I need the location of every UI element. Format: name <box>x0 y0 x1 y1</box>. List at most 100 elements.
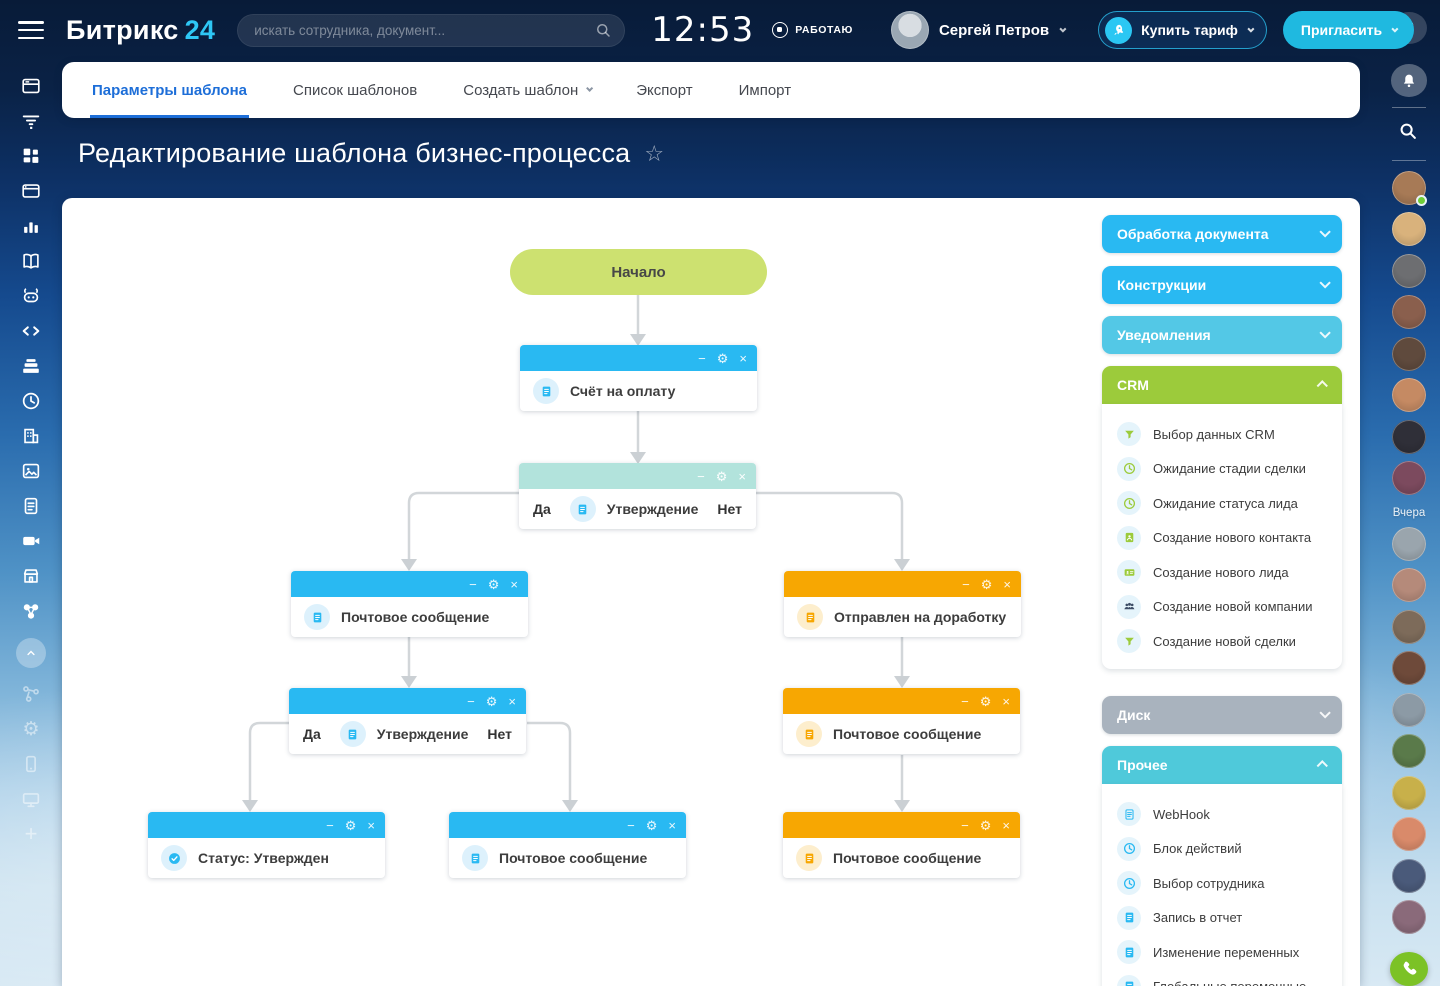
chat-avatar[interactable] <box>1392 378 1426 412</box>
flow-node-start[interactable]: Начало <box>510 249 767 295</box>
minimize-icon[interactable]: − <box>627 819 635 832</box>
toolbox-item-new-deal[interactable]: Создание новой сделки <box>1102 624 1342 659</box>
flow-node-mail-right-1[interactable]: −⚙× Почтовое сообщение <box>783 688 1020 754</box>
close-icon[interactable]: × <box>1002 695 1010 708</box>
search-input[interactable] <box>254 23 594 38</box>
chat-avatar[interactable] <box>1392 693 1426 727</box>
live-feed-icon[interactable] <box>19 74 43 98</box>
toolbox-item-webhook[interactable]: WebHook <box>1102 797 1342 832</box>
chat-avatar[interactable] <box>1392 337 1426 371</box>
minimize-icon[interactable]: − <box>697 470 705 483</box>
chat-avatar[interactable] <box>1392 527 1426 561</box>
minimize-icon[interactable]: − <box>469 578 477 591</box>
close-icon[interactable]: × <box>738 470 746 483</box>
branch-yes-label[interactable]: Да <box>303 726 321 742</box>
sales-register-icon[interactable] <box>19 354 43 378</box>
minimize-icon[interactable]: − <box>326 819 334 832</box>
sites-window-icon[interactable] <box>19 179 43 203</box>
minimize-icon[interactable]: − <box>467 695 475 708</box>
flow-node-mail-right-2[interactable]: −⚙× Почтовое сообщение <box>783 812 1020 878</box>
settings-icon[interactable]: ⚙ <box>486 695 498 708</box>
toolbox-item-employee-select[interactable]: Выбор сотрудника <box>1102 866 1342 901</box>
toolbox-item-new-company[interactable]: Создание новой компании <box>1102 590 1342 625</box>
automation-robot-icon[interactable] <box>19 284 43 308</box>
settings-icon[interactable]: ⚙ <box>980 819 992 832</box>
chat-avatar[interactable] <box>1392 610 1426 644</box>
crm-chart-icon[interactable] <box>19 214 43 238</box>
toolbox-item-wait-lead-status[interactable]: Ожидание статуса лида <box>1102 486 1342 521</box>
video-call-icon[interactable] <box>19 529 43 553</box>
user-avatar[interactable] <box>891 11 929 49</box>
minimize-icon[interactable]: − <box>961 695 969 708</box>
settings-icon[interactable]: ⚙ <box>345 819 357 832</box>
settings-icon[interactable]: ⚙ <box>646 819 658 832</box>
section-constructions[interactable]: Конструкции <box>1102 266 1342 304</box>
chat-avatar[interactable] <box>1392 568 1426 602</box>
work-status[interactable]: РАБОТАЮ <box>772 22 853 38</box>
call-button[interactable] <box>1390 952 1428 986</box>
apps-grid-icon[interactable] <box>19 144 43 168</box>
toolbox-item-global-variables[interactable]: Глобальные переменные <box>1102 970 1342 986</box>
toolbox-item-new-lead[interactable]: Создание нового лида <box>1102 555 1342 590</box>
minimize-icon[interactable]: − <box>962 578 970 591</box>
gallery-image-icon[interactable] <box>19 459 43 483</box>
section-notifications[interactable]: Уведомления <box>1102 316 1342 354</box>
flow-node-mail-left[interactable]: −⚙× Почтовое сообщение <box>291 571 528 637</box>
settings-icon[interactable]: ⚙ <box>717 352 729 365</box>
close-icon[interactable]: × <box>367 819 375 832</box>
favorite-star-icon[interactable]: ☆ <box>644 141 664 167</box>
company-building-icon[interactable] <box>19 424 43 448</box>
desktop-app-icon[interactable] <box>19 787 43 811</box>
flow-node-approval-2[interactable]: −⚙× Да Утверждение Нет <box>289 688 526 754</box>
flow-node-mail-mid[interactable]: −⚙× Почтовое сообщение <box>449 812 686 878</box>
user-profile[interactable]: Сергей Петров <box>891 11 1064 49</box>
developer-code-icon[interactable] <box>19 319 43 343</box>
bp-designer-canvas[interactable]: Начало −⚙× Счёт на оплату −⚙× Да Утвержд… <box>62 198 1360 986</box>
chat-avatar[interactable] <box>1392 651 1426 685</box>
flow-node-invoice[interactable]: −⚙× Счёт на оплату <box>520 345 757 411</box>
chat-avatar[interactable] <box>1392 734 1426 768</box>
branch-no-label[interactable]: Нет <box>487 726 512 742</box>
close-icon[interactable]: × <box>510 578 518 591</box>
settings-icon[interactable]: ⚙ <box>716 470 728 483</box>
close-icon[interactable]: × <box>508 695 516 708</box>
tab-template-list[interactable]: Список шаблонов <box>291 62 419 118</box>
integrations-nodes-icon[interactable] <box>19 682 43 706</box>
invite-button[interactable]: Пригласить <box>1283 11 1414 49</box>
market-store-icon[interactable] <box>19 564 43 588</box>
close-icon[interactable]: × <box>668 819 676 832</box>
chat-avatar[interactable] <box>1392 212 1426 246</box>
branch-yes-label[interactable]: Да <box>533 501 551 517</box>
chat-avatar[interactable] <box>1392 295 1426 329</box>
mobile-app-icon[interactable] <box>19 752 43 776</box>
app-logo[interactable]: Битрикс24 <box>66 15 215 46</box>
close-icon[interactable]: × <box>1002 819 1010 832</box>
tab-export[interactable]: Экспорт <box>634 62 694 118</box>
close-icon[interactable]: × <box>1003 578 1011 591</box>
notifications-button[interactable] <box>1391 64 1427 96</box>
section-misc[interactable]: Прочее <box>1102 746 1342 784</box>
toolbox-item-action-block[interactable]: Блок действий <box>1102 832 1342 867</box>
add-item-icon[interactable]: + <box>19 822 43 846</box>
section-document-processing[interactable]: Обработка документа <box>1102 215 1342 253</box>
buy-tariff-button[interactable]: Купить тариф <box>1098 11 1267 49</box>
section-crm[interactable]: CRM <box>1102 366 1342 404</box>
flow-node-approval-1[interactable]: −⚙× Да Утверждение Нет <box>519 463 756 529</box>
toolbox-item-change-variables[interactable]: Изменение переменных <box>1102 935 1342 970</box>
toolbox-item-new-contact[interactable]: Создание нового контакта <box>1102 521 1342 556</box>
settings-icon[interactable]: ⚙ <box>488 578 500 591</box>
chat-avatar[interactable] <box>1392 776 1426 810</box>
share-network-icon[interactable] <box>19 599 43 623</box>
branch-no-label[interactable]: Нет <box>717 501 742 517</box>
chat-avatar[interactable] <box>1392 254 1426 288</box>
toolbox-item-crm-data[interactable]: Выбор данных CRM <box>1102 417 1342 452</box>
time-clock-icon[interactable] <box>19 389 43 413</box>
flow-node-rework[interactable]: −⚙× Отправлен на доработку <box>784 571 1021 637</box>
chat-avatar[interactable] <box>1392 420 1426 454</box>
settings-icon[interactable]: ⚙ <box>981 578 993 591</box>
chat-avatar[interactable] <box>1392 859 1426 893</box>
chat-avatar[interactable] <box>1392 461 1426 495</box>
toolbox-item-report-entry[interactable]: Запись в отчет <box>1102 901 1342 936</box>
knowledge-book-icon[interactable] <box>19 249 43 273</box>
work-clock[interactable]: 12:53 <box>651 10 754 50</box>
